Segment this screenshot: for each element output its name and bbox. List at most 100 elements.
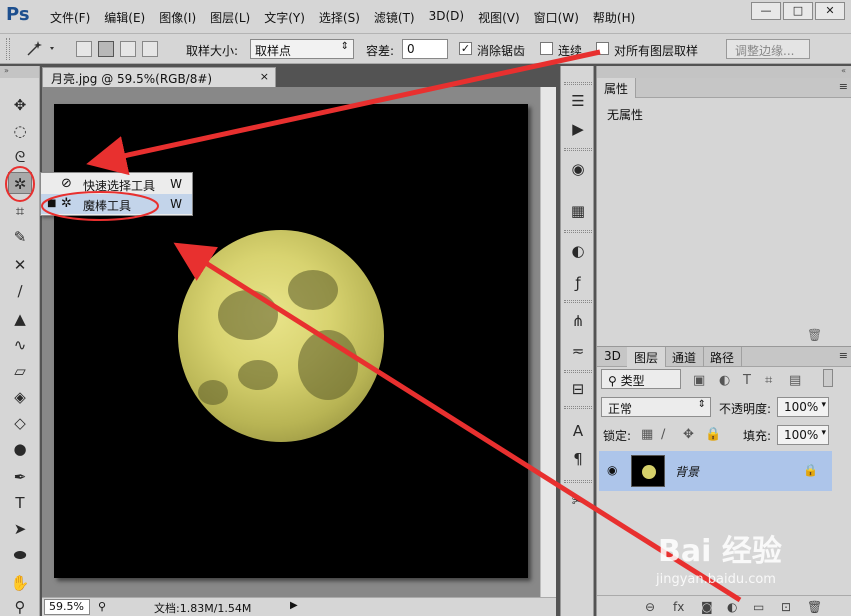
eyedropper-tool-icon[interactable]: ✎ bbox=[8, 226, 32, 248]
filter-pixel-icon[interactable]: ▣ bbox=[693, 373, 705, 388]
zoom-tool-icon[interactable]: ⚲ bbox=[8, 596, 32, 616]
tab-channels[interactable]: 通道 bbox=[665, 347, 705, 367]
menu-edit[interactable]: 编辑(E) bbox=[104, 9, 145, 26]
filter-type-icon[interactable]: T bbox=[743, 373, 751, 388]
panel-collapse-bar[interactable]: « bbox=[597, 66, 851, 78]
menu-3d[interactable]: 3D(D) bbox=[429, 9, 464, 26]
tool-preset-picker[interactable] bbox=[22, 39, 60, 59]
brush-panel-icon[interactable]: ≂ bbox=[567, 340, 589, 362]
layer-row[interactable]: ◉ 背景 🔒 bbox=[599, 451, 832, 491]
move-tool-icon[interactable]: ✥ bbox=[8, 94, 32, 116]
menu-filter[interactable]: 滤镜(T) bbox=[374, 9, 415, 26]
refine-edge-button[interactable]: 调整边缘... bbox=[726, 39, 810, 59]
adjustments-panel-icon[interactable]: ◐ bbox=[567, 240, 589, 262]
flyout-item-magic-wand[interactable]: ■ ✲ 魔棒工具 W bbox=[41, 194, 192, 214]
paragraph-panel-icon[interactable]: ¶ bbox=[567, 448, 589, 470]
dock-grip[interactable] bbox=[564, 480, 592, 483]
filter-shape-icon[interactable]: ⌗ bbox=[765, 373, 772, 388]
blend-mode-select[interactable]: 正常 ⇕ bbox=[601, 397, 711, 417]
new-selection-icon[interactable] bbox=[76, 41, 92, 57]
options-grip[interactable] bbox=[6, 38, 10, 60]
maximize-button[interactable]: □ bbox=[783, 2, 813, 20]
intersect-selection-icon[interactable] bbox=[142, 41, 158, 57]
flyout-item-quick-selection[interactable]: ⊘ 快速选择工具 W bbox=[41, 174, 192, 194]
document-tab[interactable]: 月亮.jpg @ 59.5%(RGB/8#) × bbox=[42, 67, 276, 87]
layer-filter-select[interactable]: ⚲ 类型 bbox=[601, 369, 681, 389]
filter-smart-object-icon[interactable]: ▤ bbox=[789, 373, 801, 388]
menu-select[interactable]: 选择(S) bbox=[319, 9, 360, 26]
clone-source-panel-icon[interactable]: ⊟ bbox=[567, 378, 589, 400]
healing-brush-tool-icon[interactable]: ✕ bbox=[8, 254, 32, 276]
close-icon[interactable]: × bbox=[260, 70, 269, 83]
menu-view[interactable]: 视图(V) bbox=[478, 9, 520, 26]
character-panel-icon[interactable]: A bbox=[567, 420, 589, 442]
antialias-checkbox[interactable]: ✓ bbox=[459, 42, 472, 55]
history-panel-icon[interactable]: ☰ bbox=[567, 90, 589, 112]
lock-all-icon[interactable]: 🔒 bbox=[705, 427, 721, 442]
menu-window[interactable]: 窗口(W) bbox=[534, 9, 579, 26]
lasso-tool-icon[interactable]: ᘓ bbox=[8, 146, 32, 168]
type-tool-icon[interactable]: T bbox=[8, 492, 32, 514]
menu-layer[interactable]: 图层(L) bbox=[210, 9, 250, 26]
dock-grip[interactable] bbox=[564, 230, 592, 233]
tab-3d[interactable]: 3D bbox=[597, 347, 629, 367]
tolerance-input[interactable]: 0 bbox=[402, 39, 448, 59]
paint-bucket-tool-icon[interactable]: ◈ bbox=[8, 386, 32, 408]
tab-layers[interactable]: 图层 bbox=[627, 347, 667, 367]
dock-grip[interactable] bbox=[564, 370, 592, 373]
menu-help[interactable]: 帮助(H) bbox=[593, 9, 635, 26]
actions-panel-icon[interactable]: ▶ bbox=[567, 118, 589, 140]
lock-position-icon[interactable]: ✥ bbox=[683, 427, 694, 442]
contiguous-checkbox[interactable] bbox=[540, 42, 553, 55]
subtract-from-selection-icon[interactable] bbox=[120, 41, 136, 57]
minimize-button[interactable]: — bbox=[751, 2, 781, 20]
panel-menu-icon[interactable]: ≡ bbox=[839, 349, 848, 362]
dock-grip[interactable] bbox=[564, 406, 592, 409]
dodge-tool-icon[interactable]: ● bbox=[8, 438, 32, 460]
tools-panel-header[interactable]: » bbox=[0, 66, 39, 78]
filter-adjustment-icon[interactable]: ◐ bbox=[719, 373, 730, 388]
zoom-icon[interactable]: ⚲ bbox=[98, 600, 106, 613]
panel-menu-icon[interactable]: ≡ bbox=[839, 80, 848, 93]
tab-paths[interactable]: 路径 bbox=[703, 347, 743, 367]
sample-size-select[interactable]: 取样点 ⇕ bbox=[250, 39, 354, 59]
add-to-selection-icon[interactable] bbox=[98, 41, 114, 57]
chevron-down-icon[interactable]: ▾ bbox=[821, 428, 826, 438]
menu-type[interactable]: 文字(Y) bbox=[264, 9, 305, 26]
crop-tool-icon[interactable]: ⌗ bbox=[8, 200, 32, 222]
swatches-panel-icon[interactable]: ▦ bbox=[567, 200, 589, 222]
eraser-tool-icon[interactable]: ▱ bbox=[8, 360, 32, 382]
pen-tool-icon[interactable]: ✒ bbox=[8, 466, 32, 488]
brush-tool-icon[interactable]: ∕ bbox=[8, 280, 32, 302]
play-triangle-icon[interactable]: ▶ bbox=[290, 600, 298, 611]
menu-image[interactable]: 图像(I) bbox=[159, 9, 196, 26]
marquee-tool-icon[interactable]: ◌ bbox=[8, 120, 32, 142]
color-panel-icon[interactable]: ◉ bbox=[567, 158, 589, 180]
menu-file[interactable]: 文件(F) bbox=[50, 9, 90, 26]
magic-wand-tool-icon[interactable]: ✲ bbox=[8, 172, 32, 194]
dock-grip[interactable] bbox=[564, 82, 592, 85]
vertical-scrollbar[interactable] bbox=[540, 87, 556, 597]
shape-tool-icon[interactable]: ⬬ bbox=[8, 544, 32, 566]
lock-image-icon[interactable]: ∕ bbox=[661, 427, 665, 442]
sample-all-layers-checkbox[interactable] bbox=[596, 42, 609, 55]
trash-icon[interactable]: 🗑 bbox=[807, 328, 822, 342]
clone-stamp-tool-icon[interactable]: ▲ bbox=[8, 308, 32, 330]
close-button[interactable]: ✕ bbox=[815, 2, 845, 20]
dock-grip[interactable] bbox=[564, 300, 592, 303]
dock-grip[interactable] bbox=[564, 148, 592, 151]
brush-presets-panel-icon[interactable]: ⋔ bbox=[567, 310, 589, 332]
filter-toggle-switch[interactable] bbox=[823, 369, 833, 387]
history-brush-tool-icon[interactable]: ∿ bbox=[8, 334, 32, 356]
blur-tool-icon[interactable]: ◇ bbox=[8, 412, 32, 434]
eye-icon[interactable]: ◉ bbox=[607, 463, 617, 477]
tool-presets-panel-icon[interactable]: ✂ bbox=[567, 490, 589, 512]
styles-panel-icon[interactable]: ƒ bbox=[567, 272, 589, 294]
fill-input[interactable]: 100% ▾ bbox=[777, 425, 829, 445]
zoom-level-input[interactable]: 59.5% bbox=[44, 599, 90, 615]
opacity-input[interactable]: 100% ▾ bbox=[777, 397, 829, 417]
path-selection-tool-icon[interactable]: ➤ bbox=[8, 518, 32, 540]
layer-name[interactable]: 背景 bbox=[675, 463, 699, 480]
lock-transparent-icon[interactable]: ▦ bbox=[641, 427, 653, 442]
tab-properties[interactable]: 属性 bbox=[597, 78, 637, 98]
